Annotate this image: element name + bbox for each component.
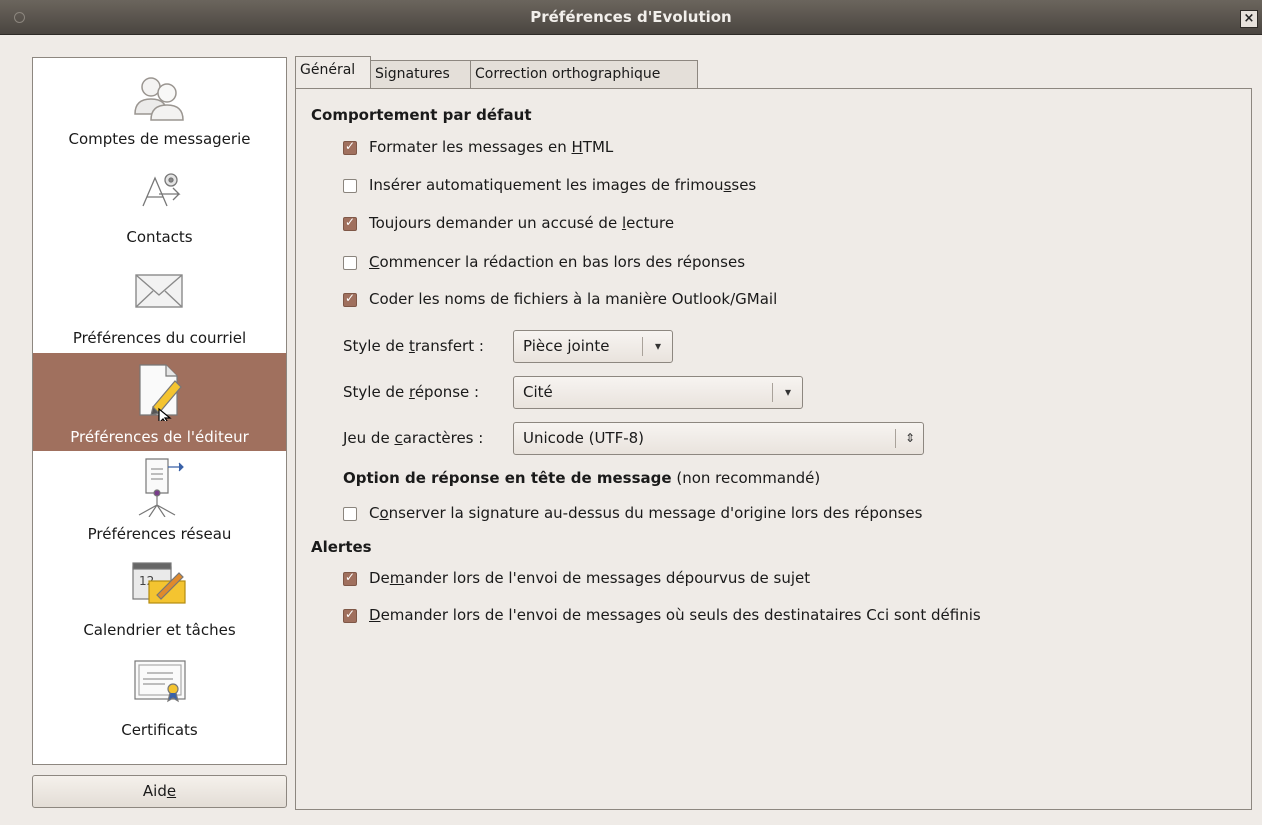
alerts-heading: Alertes xyxy=(311,538,372,556)
address-book-icon xyxy=(33,168,286,218)
category-label: Préférences du courriel xyxy=(72,329,247,347)
tab-general[interactable]: Général xyxy=(295,56,371,90)
close-button[interactable]: × xyxy=(1240,10,1258,28)
category-label: Calendrier et tâches xyxy=(83,621,236,639)
top-posting-note: (non recommandé) xyxy=(676,469,821,487)
category-label: Comptes de messagerie xyxy=(68,130,251,148)
calendar-icon: 12 xyxy=(33,555,286,605)
checkbox-box[interactable] xyxy=(343,507,357,521)
checkbox-box[interactable] xyxy=(343,256,357,270)
help-button[interactable]: Aide xyxy=(32,775,287,808)
forward-style-select[interactable]: Pièce jointe ▾ xyxy=(513,330,673,363)
category-list: Comptes de messagerie Contacts Préférenc… xyxy=(32,57,287,765)
charset-label: Jeu de caractères : xyxy=(343,429,484,447)
editor-pencil-icon xyxy=(33,361,286,426)
category-label: Préférences de l'éditeur xyxy=(70,428,249,446)
updown-arrows-icon: ⇕ xyxy=(904,431,916,445)
category-label: Certificats xyxy=(121,721,198,739)
category-editor-preferences[interactable]: Préférences de l'éditeur xyxy=(33,353,286,451)
users-icon xyxy=(33,72,286,122)
charset-select[interactable]: Unicode (UTF-8) ⇕ xyxy=(513,422,924,455)
top-posting-heading: Option de réponse en tête de message xyxy=(343,469,672,487)
checkbox-box[interactable] xyxy=(343,291,357,307)
checkbox-box[interactable] xyxy=(343,215,357,231)
category-mail-preferences[interactable]: Préférences du courriel xyxy=(33,254,286,352)
category-contacts[interactable]: Contacts xyxy=(33,156,286,254)
certificate-icon xyxy=(33,657,286,707)
window-title: Préférences d'Evolution xyxy=(530,8,732,26)
chevron-down-icon: ▾ xyxy=(784,385,792,399)
category-network-preferences[interactable]: Préférences réseau xyxy=(33,451,286,549)
category-label: Contacts xyxy=(126,228,193,246)
reply-style-label: Style de réponse : xyxy=(343,383,480,401)
checkbox-box[interactable] xyxy=(343,607,357,623)
tab-signatures[interactable]: Signatures xyxy=(370,60,474,89)
category-mail-accounts[interactable]: Comptes de messagerie xyxy=(33,58,286,156)
network-icon xyxy=(33,457,286,518)
title-bar[interactable]: Préférences d'Evolution × xyxy=(0,0,1262,35)
forward-style-label: Style de transfert : xyxy=(343,337,484,355)
top-posting-heading-row: Option de réponse en tête de message (no… xyxy=(343,469,820,487)
tab-spell-check[interactable]: Correction orthographique xyxy=(470,60,698,89)
checkbox-box[interactable] xyxy=(343,570,357,586)
checkbox-box[interactable] xyxy=(343,179,357,193)
reply-style-select[interactable]: Cité ▾ xyxy=(513,376,803,409)
envelope-icon xyxy=(33,269,286,319)
default-behavior-heading: Comportement par défaut xyxy=(311,106,532,124)
category-label: Préférences réseau xyxy=(87,525,232,543)
category-certificates[interactable]: Certificats xyxy=(33,647,286,745)
chevron-down-icon: ▾ xyxy=(654,339,662,353)
checkbox-box[interactable] xyxy=(343,139,357,155)
preferences-window: Préférences d'Evolution × Comptes de mes… xyxy=(0,0,1262,825)
category-calendar-tasks[interactable]: 12 Calendrier et tâches xyxy=(33,549,286,647)
